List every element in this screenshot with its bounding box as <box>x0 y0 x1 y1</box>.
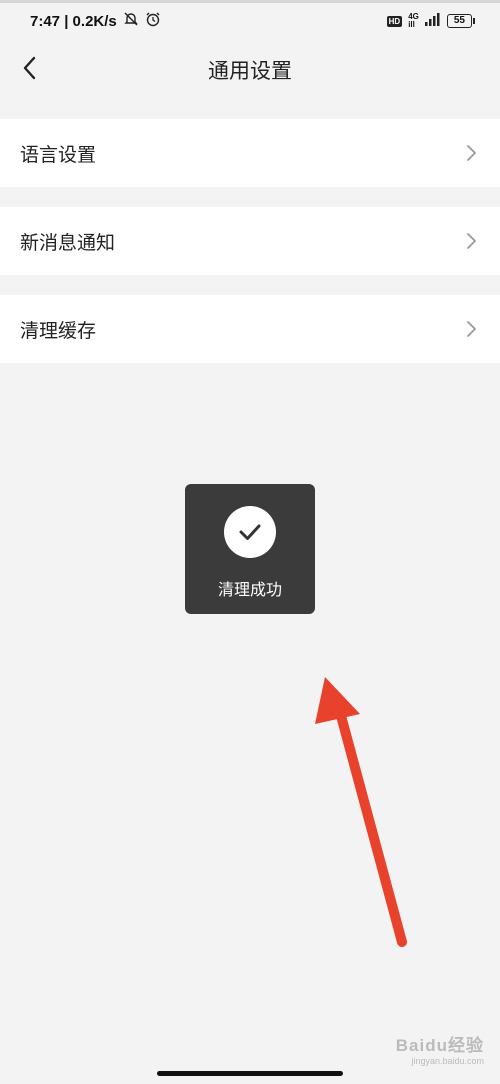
hd-badge: HD <box>386 15 403 27</box>
status-time-speed: 7:47 | 0.2K/s <box>30 12 117 30</box>
toast-message: 清理成功 <box>217 580 282 599</box>
watermark-brand: Baidu经验 <box>395 1036 484 1055</box>
settings-item-language[interactable]: 语言设置 <box>0 119 500 187</box>
status-left: 7:47 | 0.2K/s <box>30 11 161 31</box>
network-indicator: 4G ill <box>408 13 419 29</box>
network-subtype: ill <box>408 20 415 29</box>
settings-item-label: 新消息通知 <box>20 231 116 254</box>
settings-item-label: 语言设置 <box>20 143 97 166</box>
chevron-right-icon <box>467 145 476 161</box>
signal-icon <box>424 12 441 30</box>
chevron-right-icon <box>467 321 476 337</box>
navigation-header: 通用设置 <box>0 40 500 100</box>
settings-item-label: 清理缓存 <box>20 319 97 342</box>
back-button[interactable] <box>16 53 46 83</box>
settings-item-notifications[interactable]: 新消息通知 <box>0 207 500 275</box>
page-title: 通用设置 <box>208 59 292 83</box>
alarm-clock-icon <box>145 11 161 31</box>
battery-indicator: 55 <box>446 14 476 28</box>
chevron-right-icon <box>467 233 476 249</box>
status-bar: 7:47 | 0.2K/s HD 4G ill 55 <box>0 3 500 39</box>
watermark-url: jingyan.baidu.com <box>411 1056 484 1066</box>
success-toast: 清理成功 <box>185 484 315 614</box>
check-circle-icon <box>224 506 276 558</box>
home-indicator[interactable] <box>157 1071 343 1076</box>
watermark: Baidu经验 jingyan.baidu.com <box>396 1031 484 1066</box>
chevron-left-icon <box>23 56 36 80</box>
status-right: HD 4G ill 55 <box>386 12 476 30</box>
settings-item-clear-cache[interactable]: 清理缓存 <box>0 295 500 363</box>
bell-off-icon <box>123 11 139 31</box>
